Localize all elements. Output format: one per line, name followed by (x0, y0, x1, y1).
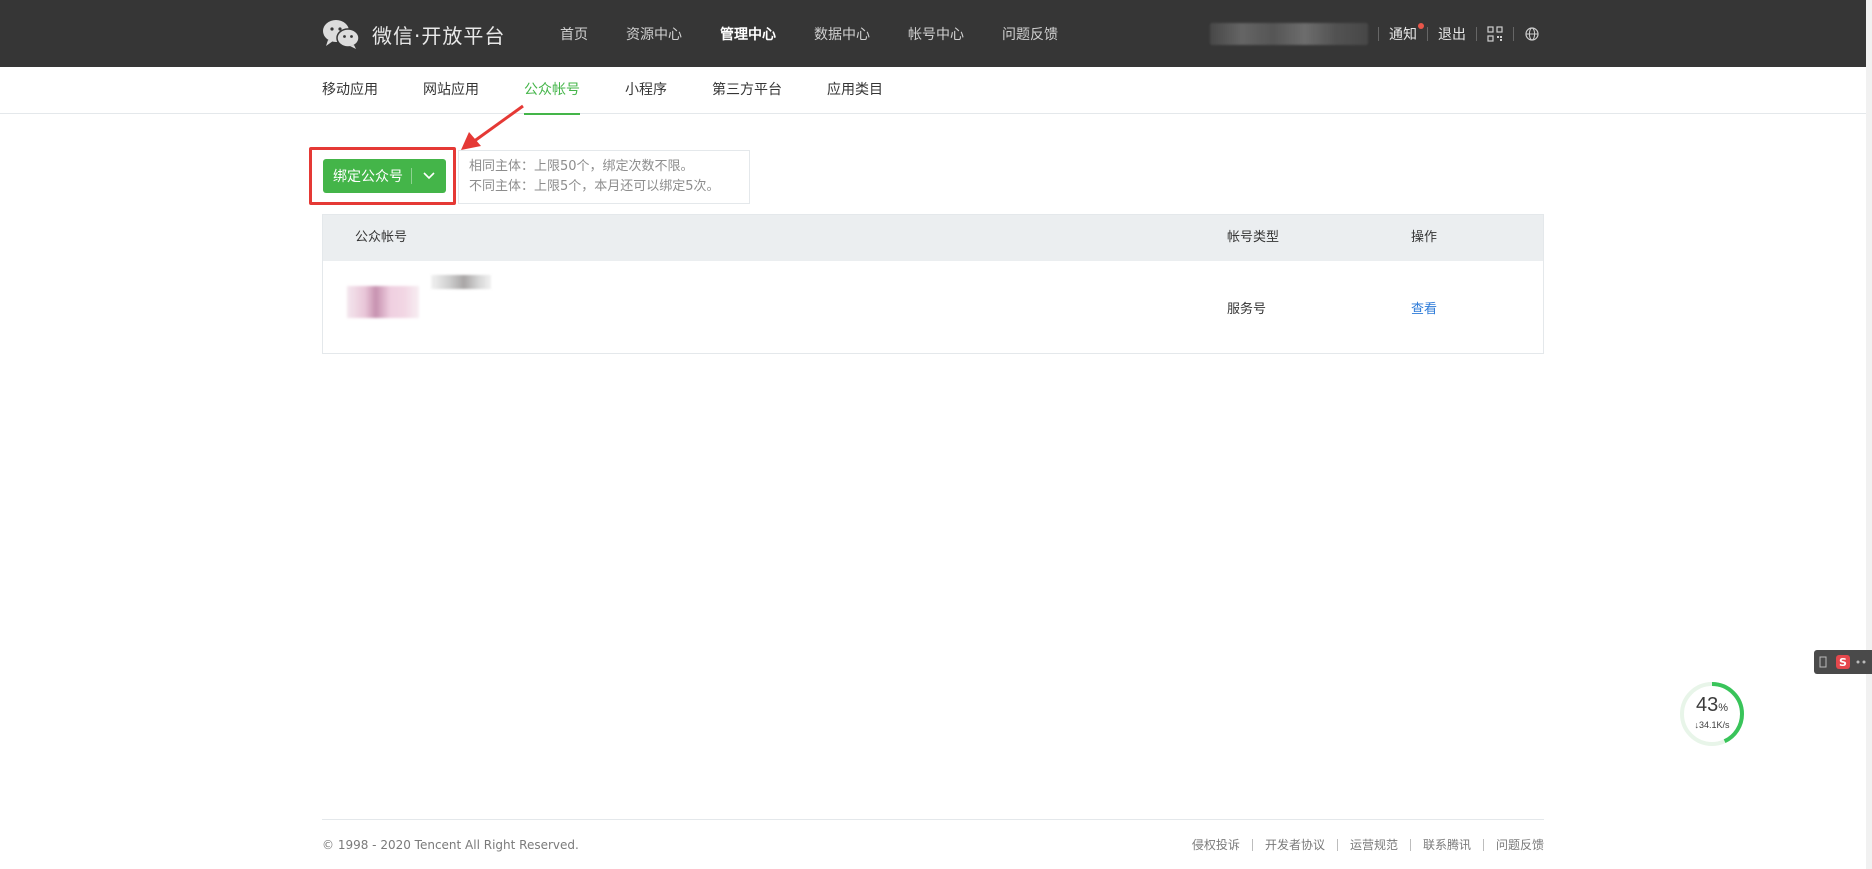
footer-link-operation-rules[interactable]: 运营规范 (1350, 836, 1398, 853)
svg-text:S: S (1839, 656, 1847, 669)
divider (1409, 838, 1411, 851)
nav-account-center[interactable]: 帐号中心 (908, 24, 964, 44)
ime-logo-icon: S (1819, 655, 1866, 669)
tip-same-entity: 相同主体：上限50个，绑定次数不限。 (469, 159, 694, 174)
nav-feedback[interactable]: 问题反馈 (1002, 24, 1058, 44)
header-account: 公众帐号 (355, 230, 408, 245)
ime-toolbar[interactable]: S (1814, 650, 1872, 674)
view-link[interactable]: 查看 (1411, 298, 1437, 317)
footer-links: 侵权投诉 开发者协议 运营规范 联系腾讯 问题反馈 (1192, 836, 1544, 853)
tab-mobile-app[interactable]: 移动应用 (322, 67, 378, 114)
account-table: 公众帐号 帐号类型 操作 服务号 查看 (322, 214, 1544, 354)
divider (1482, 838, 1484, 851)
scrollbar[interactable] (1866, 0, 1872, 869)
notice-label: 通知 (1389, 26, 1417, 43)
tab-third-party-platform[interactable]: 第三方平台 (712, 67, 782, 114)
divider (1427, 26, 1428, 41)
percent-sign: % (1718, 702, 1729, 714)
brand[interactable]: 微信·开放平台 (322, 18, 505, 50)
footer-divider (322, 819, 1544, 820)
network-speed-widget[interactable]: 43% ↓34.1K/s (1678, 680, 1746, 748)
globe-icon[interactable] (1524, 26, 1540, 42)
footer-link-infringement[interactable]: 侵权投诉 (1192, 836, 1240, 853)
percent-value: 43 (1695, 694, 1719, 716)
dropdown-toggle[interactable] (412, 159, 446, 193)
nav-home[interactable]: 首页 (560, 24, 588, 44)
divider (1513, 26, 1514, 41)
logout-link[interactable]: 退出 (1438, 24, 1466, 44)
notice-dot-badge (1418, 22, 1424, 29)
table-header: 公众帐号 帐号类型 操作 (323, 215, 1543, 261)
bind-limit-tip: 相同主体：上限50个，绑定次数不限。 不同主体：上限5个，本月还可以绑定5次。 (458, 150, 750, 204)
top-header: 微信·开放平台 首页 资源中心 管理中心 数据中心 帐号中心 问题反馈 通知 退… (0, 0, 1872, 67)
chevron-down-icon (423, 172, 435, 180)
annotation-arrow-icon (461, 104, 524, 150)
download-speed: ↓34.1K/s (1694, 720, 1730, 730)
nav-management-center[interactable]: 管理中心 (720, 24, 776, 44)
bind-button-label: 绑定公众号 (333, 169, 403, 185)
bind-official-account-button[interactable]: 绑定公众号 (323, 159, 446, 193)
brand-title: 微信·开放平台 (372, 23, 506, 48)
account-type: 服务号 (1227, 302, 1267, 317)
divider (1336, 838, 1338, 851)
notice-link[interactable]: 通知 (1389, 22, 1424, 44)
divider (1251, 838, 1253, 851)
user-area: 通知 退出 (1210, 0, 1540, 67)
tip-different-entity: 不同主体：上限5个，本月还可以绑定5次。 (469, 179, 720, 194)
header-action: 操作 (1411, 230, 1438, 245)
main-nav: 首页 资源中心 管理中心 数据中心 帐号中心 问题反馈 (560, 0, 1096, 67)
divider (1476, 26, 1477, 41)
qrcode-icon[interactable] (1487, 25, 1503, 42)
footer-link-contact[interactable]: 联系腾讯 (1423, 836, 1471, 853)
user-account-blurred[interactable] (1210, 22, 1368, 45)
divider (1378, 26, 1379, 41)
footer-link-feedback[interactable]: 问题反馈 (1496, 836, 1544, 853)
footer-link-developer-agreement[interactable]: 开发者协议 (1265, 836, 1325, 853)
nav-resource-center[interactable]: 资源中心 (626, 24, 682, 44)
nav-data-center[interactable]: 数据中心 (814, 24, 870, 44)
tab-app-category[interactable]: 应用类目 (827, 67, 883, 114)
header-account-type: 帐号类型 (1227, 230, 1280, 245)
table-row: 服务号 查看 (323, 261, 1543, 353)
tab-mini-program[interactable]: 小程序 (625, 67, 667, 114)
wechat-logo-icon (323, 20, 360, 49)
speed-percent: 43% (1678, 694, 1746, 717)
account-name-blurred (431, 275, 491, 289)
avatar (347, 286, 419, 318)
copyright: © 1998 - 2020 Tencent All Right Reserved… (322, 838, 579, 852)
sub-nav: 移动应用 网站应用 公众帐号 小程序 第三方平台 应用类目 (0, 67, 1872, 115)
